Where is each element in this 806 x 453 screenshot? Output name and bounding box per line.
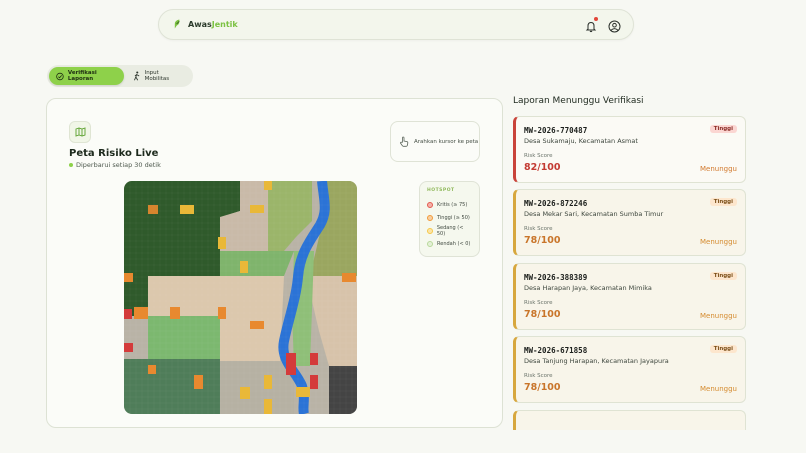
brand-name-part1: Awas — [188, 19, 212, 29]
map-title: Peta Risiko Live — [69, 148, 159, 159]
legend-label: Rendah (< 0) — [437, 240, 471, 247]
report-location: Desa Mekar Sari, Kecamatan Sumba Timur — [524, 210, 664, 218]
hotspot-cell-sedang[interactable] — [240, 387, 250, 399]
legend-item-tinggi: Tinggi (≥ 50) — [427, 211, 472, 224]
bell-icon — [585, 21, 597, 33]
hotspot-cell-sedang[interactable] — [264, 375, 272, 389]
map-subtitle: Diperbarui setiap 30 detik — [76, 161, 161, 169]
hotspot-cell-sedang[interactable] — [264, 399, 272, 414]
view-tabs: Verifikasi Laporan Input Mobilitas — [47, 65, 193, 87]
notification-button[interactable] — [585, 17, 598, 33]
report-code: MW-2026-388389 — [524, 273, 588, 282]
report-status: Menunggu — [700, 385, 737, 393]
report-card[interactable]: MW-2026-770487 Desa Sukamaju, Kecamatan … — [513, 116, 746, 183]
check-circle-icon — [56, 72, 64, 80]
hotspot-cell-tinggi[interactable] — [342, 273, 356, 282]
map-icon — [75, 127, 85, 137]
legend-item-kritis: Kritis (≥ 75) — [427, 198, 472, 211]
pointer-hand-icon — [400, 136, 409, 147]
leaf-logo-icon — [174, 19, 180, 29]
report-code: MW-2026-671858 — [524, 346, 588, 355]
hotspot-cell-tinggi[interactable] — [170, 307, 180, 319]
hotspot-cell-kritis[interactable] — [310, 375, 318, 389]
brand-logo[interactable]: Awas Jentik — [173, 18, 238, 30]
tab-label: Verifikasi Laporan — [67, 70, 97, 82]
risk-score-value: 82/100 — [524, 162, 561, 173]
legend-swatch — [427, 214, 433, 221]
report-card-partial[interactable] — [513, 410, 746, 430]
hotspot-cell-tinggi[interactable] — [148, 205, 158, 214]
risk-score-value: 78/100 — [524, 309, 561, 320]
report-card[interactable]: MW-2026-872246 Desa Mekar Sari, Kecamata… — [513, 189, 746, 256]
report-card[interactable]: MW-2026-671858 Desa Tanjung Harapan, Kec… — [513, 336, 746, 403]
hotspot-cell-tinggi[interactable] — [134, 307, 148, 319]
live-indicator-dot — [69, 163, 73, 167]
legend-label: Kritis (≥ 75) — [437, 201, 468, 208]
legend-label: Tinggi (≥ 50) — [437, 214, 470, 221]
report-status: Menunggu — [700, 238, 737, 246]
hotspot-cell-tinggi[interactable] — [194, 375, 203, 389]
brand-name-part2: Jentik — [211, 19, 238, 29]
hotspot-cell-kritis[interactable] — [124, 343, 133, 352]
legend-item-rendah: Rendah (< 0) — [427, 237, 472, 250]
user-circle-icon — [608, 20, 621, 33]
risk-score-label: Risk Score — [524, 153, 553, 159]
risk-map-card: Peta Risiko Live Diperbarui setiap 30 de… — [46, 98, 503, 428]
legend-title: HOTSPOT — [427, 188, 455, 193]
hover-hint-card: Arahkan kursor ke peta — [390, 121, 480, 162]
hotspot-cell-tinggi[interactable] — [148, 365, 156, 374]
top-navbar: Awas Jentik — [158, 9, 634, 40]
hotspot-cell-sedang[interactable] — [250, 205, 264, 213]
severity-badge: Tinggi — [709, 345, 737, 353]
map-update-info: Diperbarui setiap 30 detik — [69, 161, 161, 169]
tab-verifikasi-laporan[interactable]: Verifikasi Laporan — [49, 67, 124, 85]
hotspot-cell-sedang[interactable] — [218, 237, 226, 249]
report-status: Menunggu — [700, 312, 737, 320]
legend-swatch — [427, 240, 433, 247]
legend-swatch — [427, 201, 433, 208]
hotspot-cell-kritis[interactable] — [124, 309, 132, 319]
legend-swatch — [427, 227, 433, 234]
risk-map[interactable] — [124, 181, 357, 414]
report-code: MW-2026-770487 — [524, 126, 588, 135]
hotspot-cell-sedang[interactable] — [240, 261, 248, 273]
hotspot-cell-tinggi[interactable] — [250, 321, 264, 329]
risk-score-label: Risk Score — [524, 300, 553, 306]
report-location: Desa Sukamaju, Kecamatan Asmat — [524, 137, 638, 145]
report-code: MW-2026-872246 — [524, 199, 588, 208]
hotspot-cell-sedang[interactable] — [264, 181, 272, 190]
legend-label: Sedang (< 50) — [436, 224, 464, 237]
report-location: Desa Tanjung Harapan, Kecamatan Jayapura — [524, 357, 669, 365]
risk-score-label: Risk Score — [524, 226, 553, 232]
tab-label: Input Mobilitas — [144, 70, 170, 82]
severity-badge: Tinggi — [709, 272, 737, 280]
severity-badge: Tinggi — [709, 198, 737, 206]
profile-button[interactable] — [608, 18, 621, 33]
report-location: Desa Harapan Jaya, Kecamatan Mimika — [524, 284, 652, 292]
report-card[interactable]: MW-2026-388389 Desa Harapan Jaya, Kecama… — [513, 263, 746, 330]
cropland-region — [220, 251, 294, 276]
hotspot-cell-sedang[interactable] — [180, 205, 194, 214]
tab-input-mobilitas[interactable]: Input Mobilitas — [126, 67, 190, 85]
bare-land-south — [220, 361, 294, 414]
risk-score-value: 78/100 — [524, 235, 561, 246]
notification-dot — [594, 17, 598, 21]
hotspot-cell-sedang[interactable] — [296, 387, 310, 397]
hover-hint-text: Arahkan kursor ke peta — [414, 138, 479, 145]
walking-person-icon — [134, 71, 140, 81]
pending-reports-title: Laporan Menunggu Verifikasi — [513, 96, 644, 106]
severity-badge: Tinggi — [709, 125, 737, 133]
risk-score-label: Risk Score — [524, 373, 553, 379]
hotspot-cell-kritis[interactable] — [310, 353, 318, 365]
report-status: Menunggu — [700, 165, 737, 173]
hotspot-cell-kritis[interactable] — [286, 353, 296, 375]
legend-item-sedang: Sedang (< 50) — [427, 224, 472, 237]
hotspot-cell-tinggi[interactable] — [124, 273, 133, 282]
hotspot-legend: HOTSPOT Kritis (≥ 75) Tinggi (≥ 50) Seda… — [419, 181, 480, 257]
hotspot-cell-tinggi[interactable] — [218, 307, 226, 319]
risk-score-value: 78/100 — [524, 382, 561, 393]
map-icon-badge — [69, 121, 91, 143]
